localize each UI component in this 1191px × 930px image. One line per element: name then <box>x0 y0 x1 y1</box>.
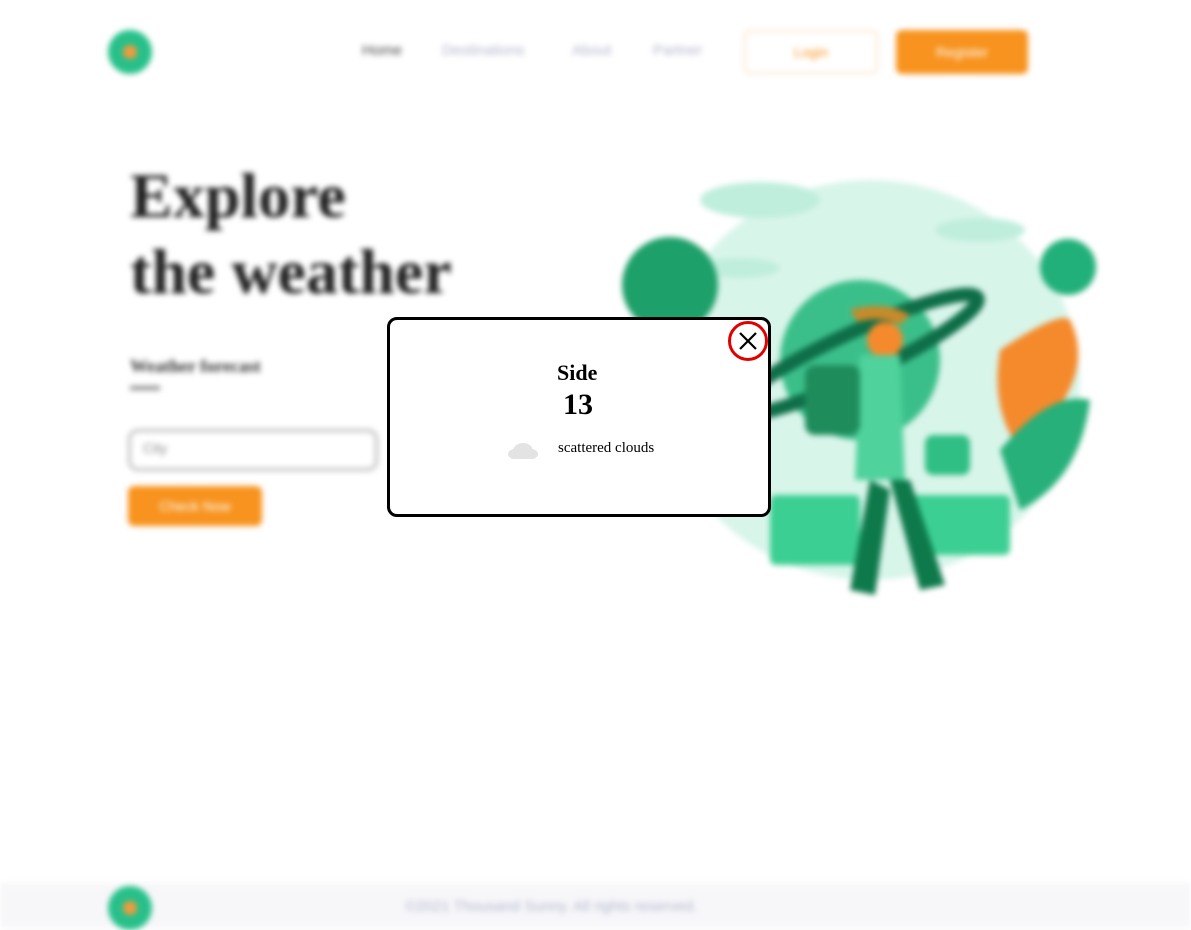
nav-partner[interactable]: Partner <box>653 42 702 59</box>
hero-title-line1: Explore <box>130 160 346 231</box>
check-now-button[interactable]: Check Now <box>128 486 262 526</box>
modal-temperature: 13 <box>563 388 593 421</box>
hero-divider <box>130 386 160 390</box>
logo[interactable] <box>108 30 152 74</box>
nav-about[interactable]: About <box>572 42 611 59</box>
cloud-icon <box>508 443 538 459</box>
close-button[interactable] <box>728 321 768 361</box>
hero-title-line2: the weather <box>130 236 452 307</box>
city-input[interactable]: City <box>128 429 378 471</box>
footer-logo <box>108 886 152 930</box>
modal-city-name: Side <box>557 360 598 385</box>
close-icon <box>739 332 757 350</box>
register-button[interactable]: Register <box>896 30 1028 74</box>
footer-copyright: ©2021 Thousand Sunny. All rights reserve… <box>405 898 698 915</box>
hero-title: Explore the weather <box>130 158 452 310</box>
nav-destinations[interactable]: Destinations <box>442 42 525 59</box>
nav-home[interactable]: Home <box>362 42 402 59</box>
login-button[interactable]: Login <box>744 30 878 74</box>
hero-subtitle: Weather forecast <box>130 356 261 376</box>
modal-description: scattered clouds <box>558 440 655 456</box>
